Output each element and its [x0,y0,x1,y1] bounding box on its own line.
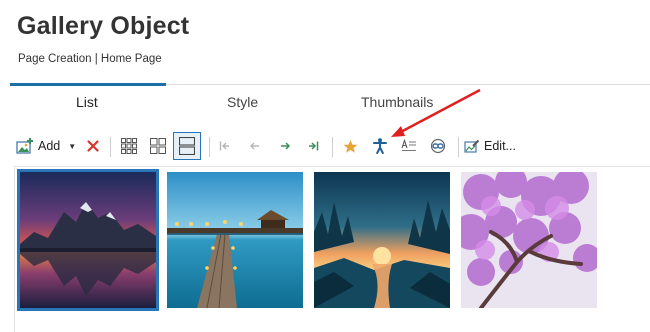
favorite-button[interactable] [338,132,362,160]
caption-button[interactable] [397,132,421,160]
tab-thumbnails[interactable]: Thumbnails [361,94,433,110]
tab-style[interactable]: Style [227,94,258,110]
grid-large-icon [150,138,166,154]
page-title: Gallery Object [17,12,190,40]
last-icon [307,140,319,152]
toolbar-separator [332,137,333,157]
grid-small-icon [121,138,137,154]
grid-large-view-button[interactable] [145,132,171,160]
add-button[interactable]: Add ▼ [16,132,82,160]
caption-icon [401,139,417,153]
list-view-icon [179,137,195,155]
gallery-thumbnail[interactable] [461,172,597,308]
edit-icon [464,138,480,154]
list-view-button[interactable] [173,132,201,160]
accessibility-button[interactable] [368,132,392,160]
delete-button[interactable] [82,132,104,160]
delete-icon [87,140,99,152]
gallery-toolbar: Add ▼ Edit... [14,132,650,160]
tab-bar: List Style Thumbnails [0,94,650,114]
tropical-pier-image [167,172,303,308]
active-tab-indicator [10,83,166,86]
add-image-icon [16,137,34,155]
gallery-panel [14,166,650,332]
gallery-thumbnail[interactable] [17,169,159,311]
next-button[interactable] [274,132,296,160]
last-button[interactable] [302,132,324,160]
breadcrumb: Page Creation | Home Page [18,53,162,65]
mountain-lake-image [20,172,156,308]
link-icon [430,138,446,154]
edit-button[interactable]: Edit... [464,132,520,160]
purple-blossom-image [461,172,597,308]
toolbar-separator [458,137,459,157]
previous-button[interactable] [244,132,266,160]
tab-list[interactable]: List [76,94,98,110]
previous-icon [249,140,261,152]
forest-river-image [314,172,450,308]
gallery-thumbnail[interactable] [167,172,303,308]
toolbar-separator [209,137,210,157]
gallery-thumbnail[interactable] [314,172,450,308]
toolbar-separator [110,137,111,157]
add-label: Add [38,139,61,153]
edit-label: Edit... [484,139,516,153]
first-icon [219,140,231,152]
next-icon [279,140,291,152]
dropdown-caret-icon[interactable]: ▼ [68,142,76,151]
first-button[interactable] [214,132,236,160]
accessibility-icon [373,138,387,154]
star-icon [343,139,358,154]
link-button[interactable] [426,132,450,160]
grid-small-view-button[interactable] [116,132,142,160]
